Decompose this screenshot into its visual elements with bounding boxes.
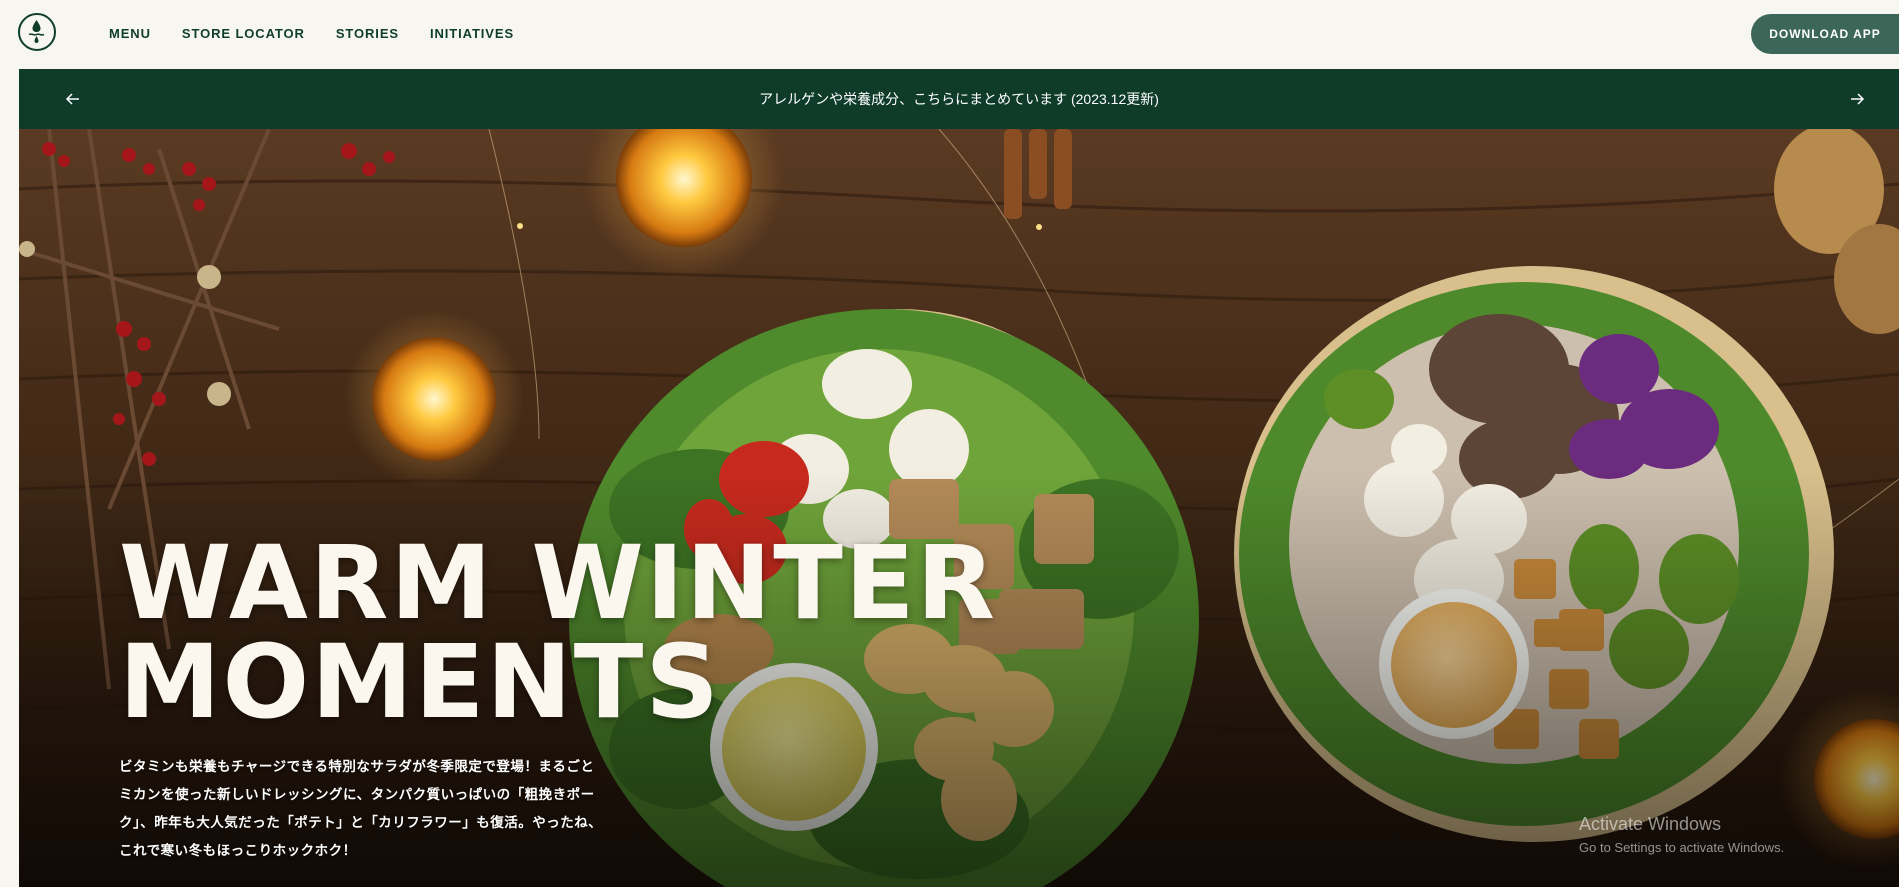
download-app-button[interactable]: DOWNLOAD APP	[1751, 14, 1899, 54]
hero-description: ビタミンも栄養もチャージできる特別なサラダが冬季限定で登場！まるごとミカンを使っ…	[119, 759, 603, 858]
activate-windows-subtitle: Go to Settings to activate Windows.	[1579, 840, 1785, 855]
hero-section: WARM WINTER MOMENTS ビタミンも栄養もチャージできる特別なサラ…	[19, 129, 1899, 887]
activate-windows-title: Activate Windows	[1579, 814, 1722, 834]
arrow-right-icon[interactable]	[1845, 87, 1869, 111]
announcement-link[interactable]: アレルゲンや栄養成分、こちらにまとめています (2023.12更新)	[19, 69, 1899, 129]
announcement-banner: アレルゲンや栄養成分、こちらにまとめています (2023.12更新)	[19, 69, 1899, 129]
main-nav: MENU STORE LOCATOR STORIES INITIATIVES	[109, 0, 545, 66]
hero-headline: WARM WINTER MOMENTS	[119, 524, 998, 742]
nav-item-store-locator[interactable]: STORE LOCATOR	[182, 26, 305, 41]
top-navigation: MENU STORE LOCATOR STORIES INITIATIVES D…	[0, 0, 1899, 69]
nav-item-initiatives[interactable]: INITIATIVES	[430, 26, 514, 41]
leaf-drop-logo-icon[interactable]	[18, 13, 56, 51]
nav-item-stories[interactable]: STORIES	[336, 26, 399, 41]
nav-item-menu[interactable]: MENU	[109, 26, 151, 41]
